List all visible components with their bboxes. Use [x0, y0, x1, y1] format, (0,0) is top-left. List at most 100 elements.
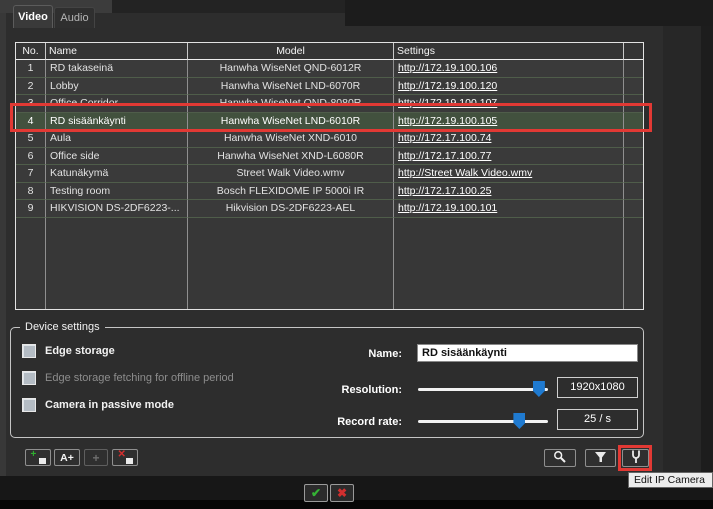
- table-cell-settings: http://Street Walk Video.wmv: [394, 165, 624, 183]
- table-cell-model[interactable]: Bosch FLEXIDOME IP 5000i IR: [188, 183, 394, 201]
- record-rate-value-box: 25 / s: [557, 409, 638, 430]
- camera-table: No.NameModelSettings1RD takaseinäHanwha …: [15, 42, 644, 310]
- settings-link[interactable]: http://172.17.100.77: [398, 150, 491, 162]
- table-empty-area: [394, 218, 624, 310]
- table-cell-no[interactable]: 8: [16, 183, 46, 201]
- filter-camera-button[interactable]: [585, 449, 616, 467]
- table-cell-extra: [624, 200, 643, 218]
- column-header: Model: [188, 43, 394, 60]
- add-disabled-button[interactable]: +: [84, 449, 108, 466]
- table-cell-name[interactable]: Lobby: [46, 78, 188, 96]
- tab-video[interactable]: Video: [13, 5, 53, 28]
- resolution-slider-handle[interactable]: [533, 381, 545, 397]
- device-checkbox-list: Edge storage Edge storage fetching for of…: [22, 343, 234, 413]
- name-label: Name:: [310, 348, 402, 360]
- table-cell-no[interactable]: 7: [16, 165, 46, 183]
- checkbox[interactable]: [22, 398, 36, 412]
- column-header: Settings: [394, 43, 624, 60]
- table-cell-settings: http://172.19.100.120: [394, 78, 624, 96]
- tooltip-edit-ip-camera: Edit IP Camera: [628, 472, 713, 488]
- table-cell-model[interactable]: Hanwha WiseNet LND-6070R: [188, 78, 394, 96]
- table-cell-model[interactable]: Street Walk Video.wmv: [188, 165, 394, 183]
- edit-ip-camera-button[interactable]: [622, 449, 649, 467]
- record-rate-slider-track[interactable]: [418, 420, 548, 423]
- table-cell-model[interactable]: Hanwha WiseNet LND-6010R: [188, 113, 394, 131]
- table-cell-name[interactable]: HIKVISION DS-2DF6223-...: [46, 200, 188, 218]
- table-cell-extra: [624, 183, 643, 201]
- filter-funnel-icon: [594, 450, 607, 466]
- table-cell-no[interactable]: 6: [16, 148, 46, 166]
- wrench-icon: [629, 449, 643, 467]
- settings-link[interactable]: http://172.19.100.107: [398, 97, 497, 109]
- settings-link[interactable]: http://172.19.100.105: [398, 115, 497, 127]
- remove-camera-button[interactable]: ✕: [112, 449, 138, 466]
- table-cell-extra: [624, 78, 643, 96]
- add-camera-button[interactable]: +: [25, 449, 51, 466]
- record-rate-slider[interactable]: [418, 413, 548, 430]
- checkbox-row[interactable]: Camera in passive mode: [22, 397, 234, 413]
- table-cell-model[interactable]: Hanwha WiseNet XND-6010: [188, 130, 394, 148]
- resolution-slider[interactable]: [418, 381, 548, 398]
- table-empty-area: [16, 218, 46, 310]
- table-cell-name[interactable]: Office side: [46, 148, 188, 166]
- camera-name-input[interactable]: [417, 344, 638, 362]
- table-cell-name[interactable]: Office Corridor: [46, 95, 188, 113]
- table-cell-model[interactable]: Hikvision DS-2DF6223-AEL: [188, 200, 394, 218]
- table-cell-extra: [624, 113, 643, 131]
- table-cell-no[interactable]: 2: [16, 78, 46, 96]
- table-empty-area: [188, 218, 394, 310]
- remove-camera-icon: ✕: [118, 452, 133, 464]
- table-cell-no[interactable]: 9: [16, 200, 46, 218]
- checkbox-row[interactable]: Edge storage fetching for offline period: [22, 370, 234, 386]
- check-icon: ✔: [311, 486, 321, 500]
- table-cell-extra: [624, 165, 643, 183]
- settings-link[interactable]: http://Street Walk Video.wmv: [398, 167, 532, 179]
- checkbox-row[interactable]: Edge storage: [22, 343, 234, 359]
- table-cell-settings: http://172.19.100.105: [394, 113, 624, 131]
- table-cell-no[interactable]: 1: [16, 60, 46, 78]
- column-header: Name: [46, 43, 188, 60]
- table-cell-model[interactable]: Hanwha WiseNet QND-6012R: [188, 60, 394, 78]
- background-bottom-strip: [0, 500, 713, 509]
- table-cell-name[interactable]: Aula: [46, 130, 188, 148]
- device-settings-title: Device settings: [20, 321, 105, 333]
- table-cell-extra: [624, 60, 643, 78]
- table-cell-settings: http://172.17.100.77: [394, 148, 624, 166]
- table-cell-name[interactable]: Katunäkymä: [46, 165, 188, 183]
- table-cell-model[interactable]: Hanwha WiseNet XND-L6080R: [188, 148, 394, 166]
- table-cell-no[interactable]: 4: [16, 113, 46, 131]
- settings-link[interactable]: http://172.19.100.101: [398, 202, 497, 214]
- table-cell-name[interactable]: Testing room: [46, 183, 188, 201]
- ok-button[interactable]: ✔: [304, 484, 328, 502]
- checkbox-label: Edge storage: [45, 345, 115, 357]
- table-empty-area: [46, 218, 188, 310]
- table-cell-no[interactable]: 5: [16, 130, 46, 148]
- cancel-button[interactable]: ✖: [330, 484, 354, 502]
- table-cell-settings: http://172.17.100.25: [394, 183, 624, 201]
- table-empty-area: [624, 218, 643, 310]
- table-cell-settings: http://172.19.100.107: [394, 95, 624, 113]
- checkbox[interactable]: [22, 371, 36, 385]
- resolution-label: Resolution:: [280, 384, 402, 396]
- record-rate-label: Record rate:: [280, 416, 402, 428]
- a-plus-icon: A+: [60, 452, 74, 464]
- settings-link[interactable]: http://172.19.100.106: [398, 62, 497, 74]
- tab-audio[interactable]: Audio: [54, 7, 95, 28]
- settings-link[interactable]: http://172.17.100.74: [398, 132, 491, 144]
- table-cell-settings: http://172.17.100.74: [394, 130, 624, 148]
- column-header: [624, 43, 643, 60]
- checkbox-label: Edge storage fetching for offline period: [45, 372, 234, 384]
- search-camera-button[interactable]: [544, 449, 576, 467]
- checkbox[interactable]: [22, 344, 36, 358]
- table-cell-no[interactable]: 3: [16, 95, 46, 113]
- table-cell-name[interactable]: RD sisäänkäynti: [46, 113, 188, 131]
- table-cell-name[interactable]: RD takaseinä: [46, 60, 188, 78]
- settings-link[interactable]: http://172.19.100.120: [398, 80, 497, 92]
- settings-link[interactable]: http://172.17.100.25: [398, 185, 491, 197]
- add-multiple-cameras-button[interactable]: A+: [54, 449, 80, 466]
- background-shade-left: [0, 13, 6, 476]
- resolution-slider-track[interactable]: [418, 388, 548, 391]
- record-rate-slider-handle[interactable]: [513, 413, 525, 429]
- table-cell-extra: [624, 130, 643, 148]
- table-cell-model[interactable]: Hanwha WiseNet QND-8080R: [188, 95, 394, 113]
